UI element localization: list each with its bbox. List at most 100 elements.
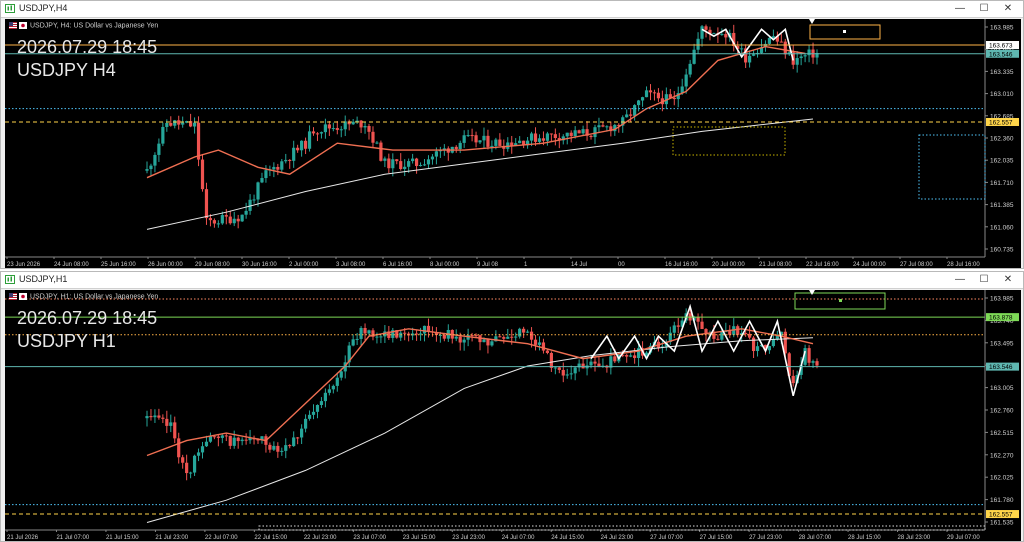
window-title: USDJPY,H4 <box>19 3 68 13</box>
candle-body <box>177 120 181 125</box>
maximize-button[interactable]: ☐ <box>973 1 995 17</box>
candle-body <box>442 334 446 339</box>
candle-body <box>506 336 510 339</box>
candle-body <box>569 373 573 375</box>
window-titlebar[interactable]: USDJPY,H1 — ☐ ✕ <box>1 272 1023 289</box>
price-chart-area[interactable]: 163.985163.740163.495163.250163.005162.7… <box>5 290 1021 541</box>
minimize-button[interactable]: — <box>949 1 971 17</box>
candle-body <box>633 105 637 116</box>
maximize-button[interactable]: ☐ <box>973 272 995 288</box>
time-axis-label: 28 Jul 16:00 <box>947 262 980 268</box>
candle-body <box>276 445 280 452</box>
candle-body <box>379 142 383 161</box>
close-button[interactable]: ✕ <box>997 272 1019 288</box>
candle-body <box>165 123 169 127</box>
candle-body <box>518 140 522 144</box>
time-axis-label: 23 Jun 2026 <box>7 262 41 268</box>
time-axis-label: 23 Jul 15:00 <box>403 535 436 541</box>
candle-body <box>303 140 308 149</box>
candle-body <box>200 446 205 453</box>
candle-body <box>545 350 550 353</box>
rectangle-handle[interactable] <box>839 299 842 302</box>
candle-body <box>375 336 379 338</box>
candle-body <box>414 158 419 166</box>
price-axis-label: 162.515 <box>990 430 1014 437</box>
price-chart-area[interactable]: 163.985163.660163.335163.010162.685162.3… <box>5 19 1021 268</box>
time-axis-label: 3 Jul 08:00 <box>336 262 366 268</box>
candle-body <box>161 417 165 419</box>
candle-body <box>537 138 542 142</box>
rectangle-handle[interactable] <box>843 30 846 33</box>
candle-body <box>181 457 185 463</box>
close-button[interactable]: ✕ <box>997 1 1019 17</box>
candle-body <box>232 437 236 446</box>
candle-body <box>232 218 236 224</box>
candle-body <box>288 445 292 447</box>
candle-body <box>791 375 795 384</box>
candle-body <box>636 100 641 106</box>
price-axis-label: 163.985 <box>990 296 1014 303</box>
minimize-button[interactable]: — <box>949 272 971 288</box>
candle-body <box>331 385 335 390</box>
candle-body <box>157 143 161 155</box>
candle-body <box>236 218 240 222</box>
candlestick-chart-h4[interactable]: 163.985163.660163.335163.010162.685162.3… <box>5 19 1021 268</box>
candle-body <box>216 436 220 438</box>
candle-body <box>153 154 157 166</box>
candle-body <box>522 328 526 333</box>
chart-window-h4[interactable]: USDJPY,H4 — ☐ ✕ 163.985163.660163.335163… <box>0 0 1024 269</box>
candle-body <box>375 142 379 144</box>
candle-body <box>799 56 803 59</box>
usd-jpy-flags-icon <box>9 22 27 29</box>
time-axis-label: 27 Jul 08:00 <box>900 262 933 268</box>
candle-body <box>589 361 593 366</box>
candle-body <box>720 34 724 36</box>
window-titlebar[interactable]: USDJPY,H4 — ☐ ✕ <box>1 1 1023 18</box>
candle-body <box>161 126 165 144</box>
candle-body <box>541 138 546 141</box>
time-axis-label: 8 Jul 00:00 <box>430 262 460 268</box>
candle-body <box>510 336 514 338</box>
candle-body <box>601 125 605 127</box>
candle-body <box>157 415 161 418</box>
candle-body <box>692 49 696 64</box>
candle-body <box>486 135 490 147</box>
time-axis-label: 28 Jul 15:00 <box>848 535 881 541</box>
candle-body <box>755 346 760 352</box>
candle-body <box>553 134 557 139</box>
candle-body <box>700 26 704 39</box>
candle-body <box>744 333 748 335</box>
candle-body <box>696 38 700 50</box>
candle-body <box>462 135 466 143</box>
chart-window-h1[interactable]: USDJPY,H1 — ☐ ✕ 163.985 163.740 163.495 163… <box>0 271 1024 542</box>
candle-body <box>403 332 407 334</box>
candle-body <box>573 130 577 137</box>
time-axis-label: 9 Jul 08 <box>477 262 499 268</box>
candle-body <box>549 352 553 368</box>
time-axis-label: 25 Jun 16:00 <box>101 262 136 268</box>
candle-body <box>498 336 502 338</box>
candle-body <box>545 133 550 141</box>
candle-body <box>208 436 213 442</box>
candle-body <box>458 336 462 343</box>
overlay-datetime: 2026.07.29 18:45 <box>17 37 158 57</box>
candle-body <box>224 435 228 437</box>
candlestick-chart-h1[interactable]: 163.985163.740163.495163.250163.005162.7… <box>5 290 1021 541</box>
candle-body <box>387 158 391 169</box>
candle-body <box>359 327 363 339</box>
price-tag-label: 162.557 <box>989 512 1013 519</box>
candle-body <box>422 325 427 334</box>
candle-body <box>343 121 347 130</box>
candle-body <box>573 367 577 374</box>
candle-body <box>315 405 320 412</box>
price-axis-label: 161.385 <box>990 202 1014 209</box>
time-axis-label: 2 Jul 00:00 <box>289 262 319 268</box>
candle-body <box>807 348 811 363</box>
candle-body <box>672 97 676 100</box>
candle-body <box>529 133 534 141</box>
candle-body <box>795 58 799 65</box>
candle-body <box>815 361 819 366</box>
time-axis-label: 24 Jul 23:00 <box>601 535 634 541</box>
time-axis-label: 21 Jul 15:00 <box>106 535 139 541</box>
candle-body <box>339 129 343 131</box>
